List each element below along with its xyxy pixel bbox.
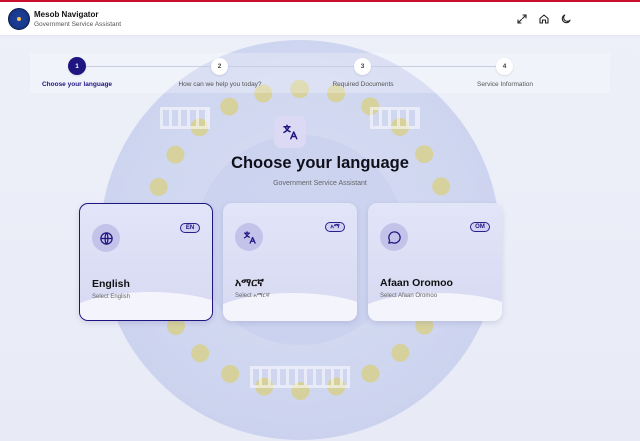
greek-pattern-bottom: [250, 366, 350, 388]
language-code-badge: EN: [180, 223, 200, 233]
moon-icon[interactable]: [560, 13, 572, 25]
step-3-circle[interactable]: 3: [354, 58, 371, 75]
stepper-line: [86, 66, 500, 67]
app-title: Mesob Navigator: [34, 10, 99, 19]
step-2-circle[interactable]: 2: [211, 58, 228, 75]
language-select-hint: Select አማርኛ: [235, 293, 270, 299]
mesob-logo: [8, 8, 30, 30]
fullscreen-icon[interactable]: [516, 13, 528, 25]
greek-pattern-top-left: [160, 107, 210, 129]
translate-icon: [274, 116, 306, 148]
step-4-label: Service Information: [477, 81, 533, 88]
language-name: አማርኛ: [235, 277, 264, 289]
step-1-circle[interactable]: 1: [68, 57, 86, 75]
language-select-hint: Select English: [92, 294, 131, 300]
language-card-oromo[interactable]: OM Afaan Oromoo Select Afaan Oromoo: [368, 203, 502, 321]
language-code-badge: አማ: [325, 222, 345, 232]
step-4-circle[interactable]: 4: [496, 58, 513, 75]
step-1-label: Choose your language: [41, 81, 113, 88]
language-select-hint: Select Afaan Oromoo: [380, 293, 438, 299]
language-code-badge: OM: [470, 222, 490, 232]
app-subtitle: Government Service Assistant: [34, 21, 122, 28]
home-icon[interactable]: [538, 13, 550, 25]
greek-pattern-top-right: [370, 107, 420, 129]
page-subtitle: Government Service Assistant: [273, 180, 367, 187]
language-name: English: [92, 278, 130, 290]
language-name: Afaan Oromoo: [380, 277, 453, 289]
translate-icon: [235, 223, 263, 251]
step-3-label: Required Documents: [332, 81, 394, 88]
page-title: Choose your language: [231, 154, 409, 172]
step-2-label: How can we help you today?: [178, 81, 262, 88]
language-card-amharic[interactable]: አማ አማርኛ Select አማርኛ: [223, 203, 357, 321]
language-card-english[interactable]: EN English Select English: [79, 203, 213, 321]
app-header: Mesob Navigator Government Service Assis…: [0, 0, 640, 35]
globe-icon: [92, 224, 120, 252]
message-icon: [380, 223, 408, 251]
